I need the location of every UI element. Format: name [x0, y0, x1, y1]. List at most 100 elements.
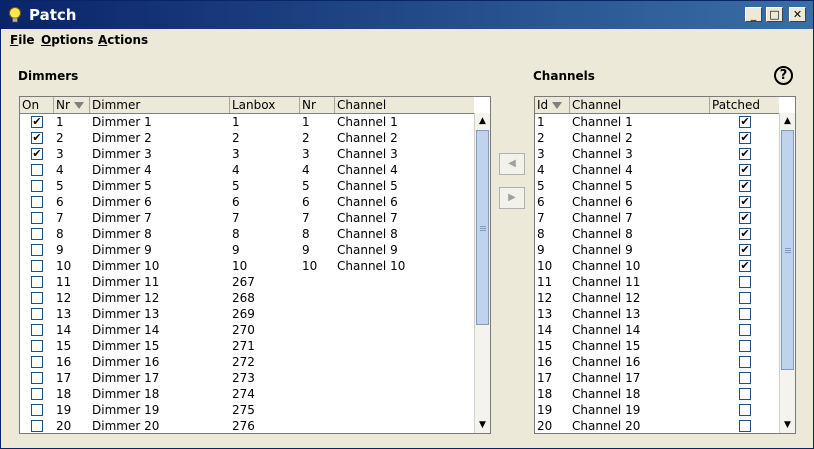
patched-checkbox[interactable]: ✔ [739, 212, 751, 224]
menu-options[interactable]: Options [41, 33, 94, 47]
help-button[interactable]: ? [774, 66, 793, 85]
table-row[interactable]: 9 Dimmer 9 9 9 Channel 9 [20, 242, 474, 258]
col-header-on[interactable]: On [20, 97, 54, 113]
on-checkbox[interactable] [31, 388, 43, 400]
close-button[interactable]: ✕ [789, 7, 806, 22]
patched-checkbox[interactable] [739, 388, 751, 400]
scrollbar-thumb[interactable] [781, 130, 794, 370]
patched-checkbox[interactable]: ✔ [739, 244, 751, 256]
table-row[interactable]: ✔ 1 Dimmer 1 1 1 Channel 1 [20, 114, 474, 130]
table-row[interactable]: 17 Dimmer 17 273 [20, 370, 474, 386]
table-row[interactable]: 8 Dimmer 8 8 8 Channel 8 [20, 226, 474, 242]
patched-checkbox[interactable]: ✔ [739, 228, 751, 240]
table-row[interactable]: 19 Channel 19 [535, 402, 779, 418]
table-row[interactable]: 5 Dimmer 5 5 5 Channel 5 [20, 178, 474, 194]
col-header-patched[interactable]: Patched [710, 97, 779, 113]
table-row[interactable]: 1 Channel 1 ✔ [535, 114, 779, 130]
patched-checkbox[interactable] [739, 324, 751, 336]
scroll-up-icon[interactable]: ▲ [780, 113, 795, 129]
on-checkbox[interactable] [31, 420, 43, 432]
scroll-down-icon[interactable]: ▼ [475, 417, 490, 433]
on-checkbox[interactable] [31, 372, 43, 384]
table-row[interactable]: 11 Channel 11 [535, 274, 779, 290]
scroll-up-icon[interactable]: ▲ [475, 113, 490, 129]
table-row[interactable]: 3 Channel 3 ✔ [535, 146, 779, 162]
dimmers-scrollbar[interactable]: ▲ ▼ [474, 113, 490, 433]
channels-scrollbar[interactable]: ▲ ▼ [779, 113, 795, 433]
table-row[interactable]: 6 Dimmer 6 6 6 Channel 6 [20, 194, 474, 210]
on-checkbox[interactable] [31, 180, 43, 192]
table-row[interactable]: 4 Dimmer 4 4 4 Channel 4 [20, 162, 474, 178]
patched-checkbox[interactable]: ✔ [739, 260, 751, 272]
col-header-channel[interactable]: Channel [335, 97, 474, 113]
table-row[interactable]: 15 Dimmer 15 271 [20, 338, 474, 354]
col-header-nr[interactable]: Nr [54, 97, 90, 113]
table-row[interactable]: 11 Dimmer 11 267 [20, 274, 474, 290]
patched-checkbox[interactable] [739, 404, 751, 416]
on-checkbox[interactable] [31, 244, 43, 256]
on-checkbox[interactable] [31, 164, 43, 176]
on-checkbox[interactable]: ✔ [31, 132, 43, 144]
col-header-id[interactable]: Id [535, 97, 570, 113]
table-row[interactable]: 20 Channel 20 [535, 418, 779, 433]
table-row[interactable]: 5 Channel 5 ✔ [535, 178, 779, 194]
on-checkbox[interactable]: ✔ [31, 116, 43, 128]
patched-checkbox[interactable]: ✔ [739, 148, 751, 160]
unpatch-button[interactable]: ◀ [499, 153, 525, 175]
menu-actions[interactable]: Actions [98, 33, 148, 47]
table-row[interactable]: ✔ 2 Dimmer 2 2 2 Channel 2 [20, 130, 474, 146]
table-row[interactable]: 2 Channel 2 ✔ [535, 130, 779, 146]
on-checkbox[interactable]: ✔ [31, 148, 43, 160]
table-row[interactable]: 10 Channel 10 ✔ [535, 258, 779, 274]
title-bar[interactable]: Patch _ □ ✕ [1, 1, 813, 29]
patched-checkbox[interactable] [739, 308, 751, 320]
on-checkbox[interactable] [31, 356, 43, 368]
col-header-dimmer[interactable]: Dimmer [90, 97, 230, 113]
patched-checkbox[interactable] [739, 356, 751, 368]
on-checkbox[interactable] [31, 292, 43, 304]
table-row[interactable]: 13 Channel 13 [535, 306, 779, 322]
patched-checkbox[interactable] [739, 340, 751, 352]
table-row[interactable]: ✔ 3 Dimmer 3 3 3 Channel 3 [20, 146, 474, 162]
table-row[interactable]: 15 Channel 15 [535, 338, 779, 354]
scroll-down-icon[interactable]: ▼ [780, 417, 795, 433]
patched-checkbox[interactable]: ✔ [739, 196, 751, 208]
patched-checkbox[interactable] [739, 420, 751, 432]
table-row[interactable]: 12 Dimmer 12 268 [20, 290, 474, 306]
table-row[interactable]: 13 Dimmer 13 269 [20, 306, 474, 322]
minimize-button[interactable]: _ [745, 7, 762, 22]
col-header-lanbox[interactable]: Lanbox [230, 97, 300, 113]
table-row[interactable]: 6 Channel 6 ✔ [535, 194, 779, 210]
table-row[interactable]: 8 Channel 8 ✔ [535, 226, 779, 242]
maximize-button[interactable]: □ [766, 7, 783, 22]
patched-checkbox[interactable]: ✔ [739, 132, 751, 144]
on-checkbox[interactable] [31, 228, 43, 240]
table-row[interactable]: 14 Channel 14 [535, 322, 779, 338]
on-checkbox[interactable] [31, 260, 43, 272]
on-checkbox[interactable] [31, 340, 43, 352]
on-checkbox[interactable] [31, 196, 43, 208]
table-row[interactable]: 20 Dimmer 20 276 [20, 418, 474, 433]
on-checkbox[interactable] [31, 324, 43, 336]
table-row[interactable]: 14 Dimmer 14 270 [20, 322, 474, 338]
table-row[interactable]: 16 Channel 16 [535, 354, 779, 370]
table-row[interactable]: 17 Channel 17 [535, 370, 779, 386]
patch-button[interactable]: ▶ [499, 187, 525, 209]
patched-checkbox[interactable]: ✔ [739, 116, 751, 128]
table-row[interactable]: 18 Channel 18 [535, 386, 779, 402]
on-checkbox[interactable] [31, 212, 43, 224]
col-header-channel-name[interactable]: Channel [570, 97, 710, 113]
table-row[interactable]: 7 Dimmer 7 7 7 Channel 7 [20, 210, 474, 226]
scrollbar-thumb[interactable] [476, 130, 489, 325]
on-checkbox[interactable] [31, 404, 43, 416]
col-header-nr-2[interactable]: Nr [300, 97, 335, 113]
menu-file[interactable]: File [10, 33, 35, 47]
table-row[interactable]: 4 Channel 4 ✔ [535, 162, 779, 178]
table-row[interactable]: 18 Dimmer 18 274 [20, 386, 474, 402]
table-row[interactable]: 12 Channel 12 [535, 290, 779, 306]
on-checkbox[interactable] [31, 276, 43, 288]
patched-checkbox[interactable] [739, 292, 751, 304]
table-row[interactable]: 7 Channel 7 ✔ [535, 210, 779, 226]
table-row[interactable]: 16 Dimmer 16 272 [20, 354, 474, 370]
table-row[interactable]: 10 Dimmer 10 10 10 Channel 10 [20, 258, 474, 274]
